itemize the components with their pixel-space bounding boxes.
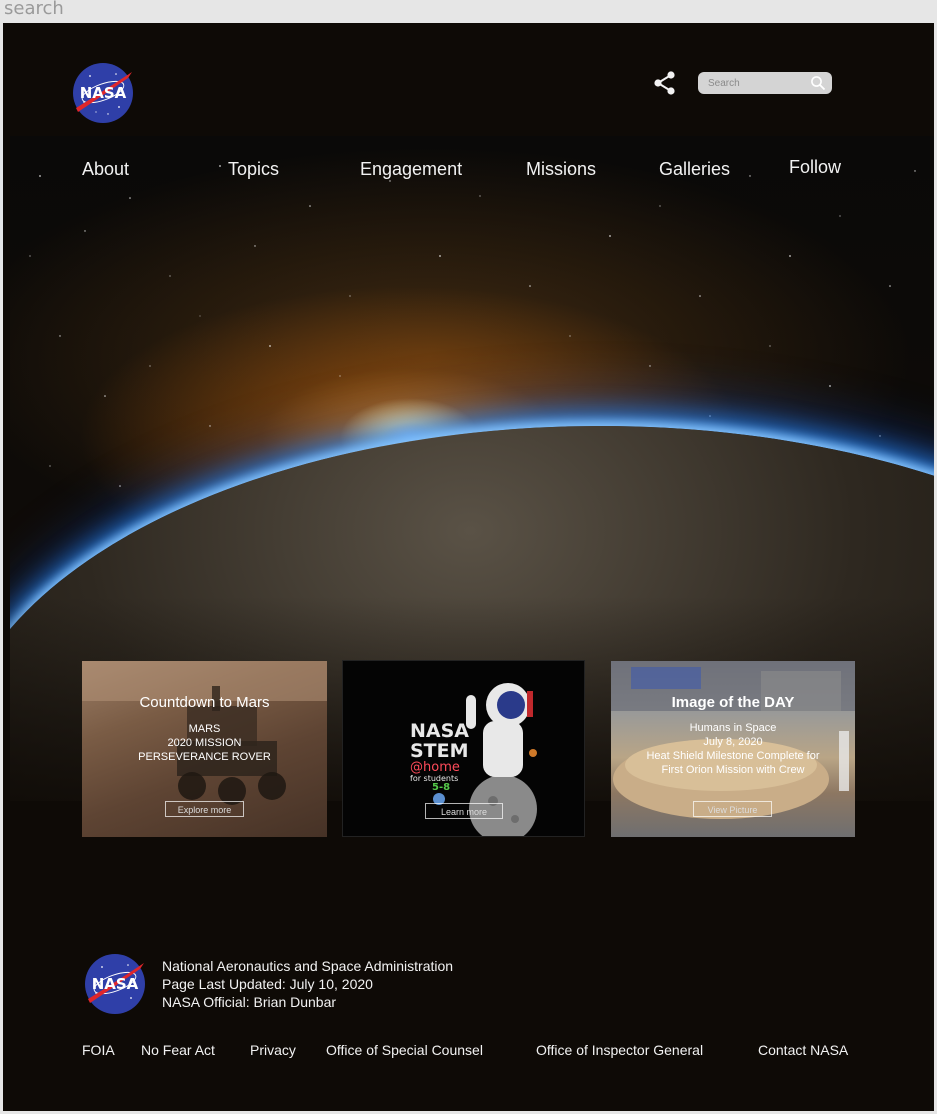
card-nasa-stem[interactable]: NASA STEM @home for students 5-8 Learn m… — [342, 660, 585, 837]
footer-link-foia[interactable]: FOIA — [82, 1042, 115, 1058]
card-subtitle-line: July 8, 2020 — [703, 736, 763, 748]
stem-logo-text: NASA STEM @home for students 5-8 — [410, 720, 469, 793]
footer-org-name: National Aeronautics and Space Administr… — [162, 958, 454, 974]
share-icon[interactable] — [652, 70, 678, 96]
footer-official: NASA Official: Brian Dunbar — [162, 994, 337, 1010]
learn-more-button[interactable]: Learn more — [425, 803, 503, 819]
nasa-logo[interactable]: NASA — [72, 62, 134, 124]
card-subtitle-line: 2020 MISSION — [167, 737, 242, 749]
search-input[interactable] — [708, 75, 804, 91]
nav-engagement[interactable]: Engagement — [360, 159, 462, 180]
card-subtitle-line: MARS — [188, 723, 221, 735]
card-image-of-the-day[interactable]: Image of the DAY Humans in Space July 8,… — [611, 661, 855, 837]
nav-galleries[interactable]: Galleries — [659, 159, 730, 180]
nav-missions[interactable]: Missions — [526, 159, 596, 180]
footer-last-updated: Page Last Updated: July 10, 2020 — [162, 976, 373, 992]
card-subtitle-line: Humans in Space — [689, 722, 777, 734]
card-subtitle-line: First Orion Mission with Crew — [661, 764, 805, 776]
nav-topics[interactable]: Topics — [228, 159, 279, 180]
footer-link-special-counsel[interactable]: Office of Special Counsel — [326, 1042, 483, 1058]
browser-search-bar[interactable]: search — [0, 0, 937, 22]
search-box — [698, 72, 832, 94]
page-frame: NASA Search About Topics Engagement Miss… — [3, 23, 934, 1111]
explore-more-button[interactable]: Explore more — [165, 801, 244, 817]
nasa-logo-text: NASA — [80, 84, 127, 102]
card-countdown-to-mars[interactable]: Countdown to Mars MARS 2020 MISSION PERS… — [82, 661, 327, 837]
card-subtitle-line: Heat Shield Milestone Complete for — [646, 750, 820, 762]
footer-link-no-fear-act[interactable]: No Fear Act — [141, 1042, 215, 1058]
footer-link-privacy[interactable]: Privacy — [250, 1042, 296, 1058]
footer-link-contact[interactable]: Contact NASA — [758, 1042, 848, 1058]
nasa-logo-text: NASA — [92, 975, 139, 993]
footer-nasa-logo[interactable]: NASA — [84, 953, 146, 1015]
search-icon[interactable] — [810, 75, 826, 91]
card-title: Countdown to Mars — [139, 694, 270, 711]
nav-about[interactable]: About — [82, 159, 129, 180]
card-title: Image of the DAY — [671, 694, 795, 711]
nav-follow[interactable]: Follow — [789, 157, 841, 178]
browser-search-text: search — [4, 0, 64, 19]
site-header: NASA — [3, 23, 934, 136]
card-subtitle-line: PERSEVERANCE ROVER — [138, 751, 271, 763]
view-picture-button[interactable]: View Picture — [693, 801, 772, 817]
footer-link-inspector-general[interactable]: Office of Inspector General — [536, 1042, 703, 1058]
